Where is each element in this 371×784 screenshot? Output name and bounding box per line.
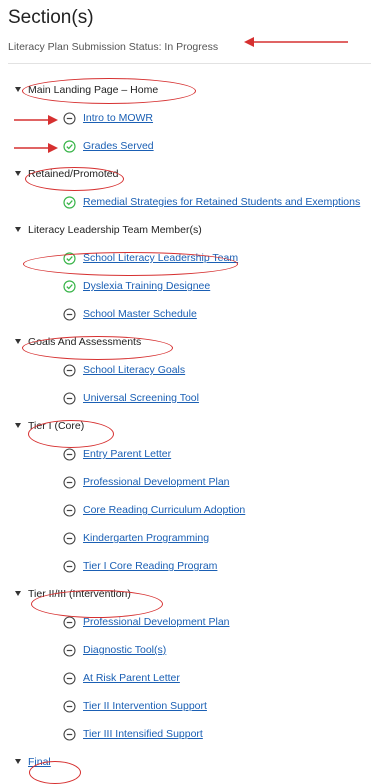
section-item[interactable]: School Literacy Goals (0, 361, 371, 381)
section-header[interactable]: Tier II/III (Intervention) (0, 585, 371, 605)
circle-minus-icon (63, 700, 76, 713)
section-item[interactable]: Grades Served (0, 137, 371, 157)
submission-status: Literacy Plan Submission Status: In Prog… (8, 41, 219, 53)
section-item[interactable]: Dyslexia Training Designee (0, 277, 371, 297)
section-item[interactable]: Core Reading Curriculum Adoption (0, 501, 371, 521)
section-item-link[interactable]: School Literacy Leadership Team (83, 252, 238, 264)
section-item[interactable]: Universal Screening Tool (0, 389, 371, 409)
section-item[interactable]: Entry Parent Letter (0, 445, 371, 465)
circle-minus-icon (63, 560, 76, 573)
section-header[interactable]: Tier I (Core) (0, 417, 371, 437)
section-item-link[interactable]: Universal Screening Tool (83, 392, 199, 404)
section-item[interactable]: At Risk Parent Letter (0, 669, 371, 689)
section-item[interactable]: Diagnostic Tool(s) (0, 641, 371, 661)
circle-minus-icon (63, 448, 76, 461)
circle-minus-icon (63, 392, 76, 405)
section-item-link[interactable]: Professional Development Plan (83, 616, 230, 628)
circle-minus-icon (63, 112, 76, 125)
section-item-link[interactable]: Kindergarten Programming (83, 532, 209, 544)
section-item-link[interactable]: Grades Served (83, 140, 154, 152)
caret-down-icon[interactable] (15, 87, 21, 92)
section-header[interactable]: Main Landing Page – Home (0, 81, 371, 101)
section-label: Main Landing Page – Home (28, 84, 159, 96)
section-item[interactable]: Professional Development Plan (0, 613, 371, 633)
section-item-link[interactable]: At Risk Parent Letter (83, 672, 180, 684)
divider (8, 63, 371, 64)
section-item[interactable]: Kindergarten Programming (0, 529, 371, 549)
circle-minus-icon (63, 616, 76, 629)
section-item[interactable]: Tier I Core Reading Program (0, 557, 371, 577)
circle-minus-icon (63, 644, 76, 657)
section-item[interactable]: Intro to MOWR (0, 109, 371, 129)
circle-minus-icon (63, 476, 76, 489)
caret-down-icon[interactable] (15, 759, 21, 764)
circle-minus-icon (63, 364, 76, 377)
caret-down-icon[interactable] (15, 171, 21, 176)
caret-down-icon[interactable] (15, 591, 21, 596)
section-item-link[interactable]: Dyslexia Training Designee (83, 280, 210, 292)
section-item-link[interactable]: School Master Schedule (83, 308, 197, 320)
section-header[interactable]: Literacy Leadership Team Member(s) (0, 221, 371, 241)
section-label: Tier II/III (Intervention) (28, 588, 131, 600)
circle-minus-icon (63, 308, 76, 321)
check-circle-icon (63, 140, 76, 153)
caret-down-icon[interactable] (15, 339, 21, 344)
section-item[interactable]: Tier II Intervention Support (0, 697, 371, 717)
section-item-link[interactable]: Remedial Strategies for Retained Student… (83, 196, 360, 208)
circle-minus-icon (63, 532, 76, 545)
section-item-link[interactable]: Tier I Core Reading Program (83, 560, 217, 572)
check-circle-icon (63, 252, 76, 265)
section-item[interactable]: School Literacy Leadership Team (0, 249, 371, 269)
section-item[interactable]: Professional Development Plan (0, 473, 371, 493)
section-item[interactable]: Remedial Strategies for Retained Student… (0, 193, 371, 213)
section-header[interactable]: Goals And Assessments (0, 333, 371, 353)
annotation-arrow (244, 37, 348, 47)
page-title: Section(s) (8, 7, 94, 28)
caret-down-icon[interactable] (15, 227, 21, 232)
section-label: Retained/Promoted (28, 168, 119, 180)
check-circle-icon (63, 280, 76, 293)
caret-down-icon[interactable] (15, 423, 21, 428)
section-header[interactable]: Final (0, 753, 371, 773)
section-item[interactable]: Tier III Intensified Support (0, 725, 371, 745)
section-item-link[interactable]: Entry Parent Letter (83, 448, 171, 460)
section-item-link[interactable]: Tier III Intensified Support (83, 728, 203, 740)
section-label: Tier I (Core) (28, 420, 85, 432)
section-label: Literacy Leadership Team Member(s) (28, 224, 202, 236)
section-item-link[interactable]: Tier II Intervention Support (83, 700, 207, 712)
section-header[interactable]: Retained/Promoted (0, 165, 371, 185)
section-item-link[interactable]: Intro to MOWR (83, 112, 153, 124)
section-item-link[interactable]: Diagnostic Tool(s) (83, 644, 166, 656)
check-circle-icon (63, 196, 76, 209)
section-item-link[interactable]: Professional Development Plan (83, 476, 230, 488)
section-label[interactable]: Final (28, 756, 51, 768)
circle-minus-icon (63, 504, 76, 517)
section-item-link[interactable]: School Literacy Goals (83, 364, 185, 376)
section-item[interactable]: School Master Schedule (0, 305, 371, 325)
section-label: Goals And Assessments (28, 336, 142, 348)
circle-minus-icon (63, 672, 76, 685)
circle-minus-icon (63, 728, 76, 741)
section-item-link[interactable]: Core Reading Curriculum Adoption (83, 504, 245, 516)
